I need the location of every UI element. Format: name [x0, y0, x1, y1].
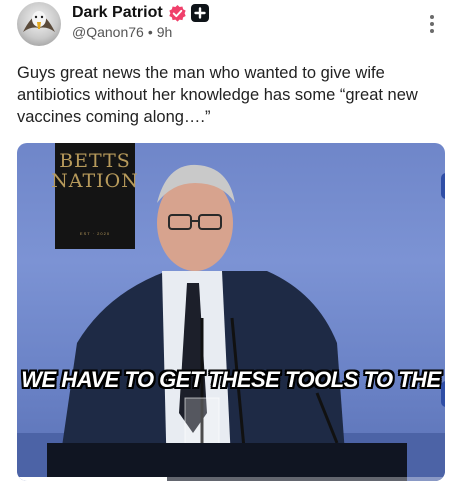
logo-line-1: BETTS: [59, 150, 131, 172]
more-options-icon[interactable]: [423, 8, 441, 40]
author-display-name[interactable]: Dark Patriot: [72, 4, 163, 22]
more-dot: [430, 14, 434, 19]
verified-badge-icon: [168, 4, 187, 23]
post-body-text: Guys great news the man who wanted to gi…: [17, 64, 418, 126]
more-dot: [430, 21, 434, 26]
post-timestamp[interactable]: 9h: [157, 24, 173, 40]
author-name-row: Dark Patriot: [72, 3, 209, 23]
meta-separator: •: [147, 24, 153, 40]
post-video[interactable]: BETTS NATION EST · 2020 WE HAVE TO GET T…: [17, 143, 445, 481]
author-meta: @Qanon76 • 9h: [72, 24, 172, 40]
video-progress-bar[interactable]: [17, 477, 445, 481]
author-handle[interactable]: @Qanon76: [72, 24, 144, 40]
video-caption: WE HAVE TO GET THESE TOOLS TO THE: [21, 367, 441, 392]
plus-badge-icon: [190, 4, 209, 22]
eagle-avatar-icon[interactable]: [17, 2, 61, 46]
carousel-edge-indicator: [441, 173, 445, 199]
more-dot: [430, 29, 434, 34]
post-header: Dark Patriot @Qanon76 • 9h: [0, 0, 462, 56]
video-progress-fill: [17, 477, 167, 481]
logo-line-2: NATION: [51, 170, 139, 192]
betts-nation-logo: BETTS NATION EST · 2020: [51, 143, 138, 249]
logo-subtitle: EST · 2020: [79, 231, 111, 236]
carousel-edge-indicator: [441, 381, 445, 407]
